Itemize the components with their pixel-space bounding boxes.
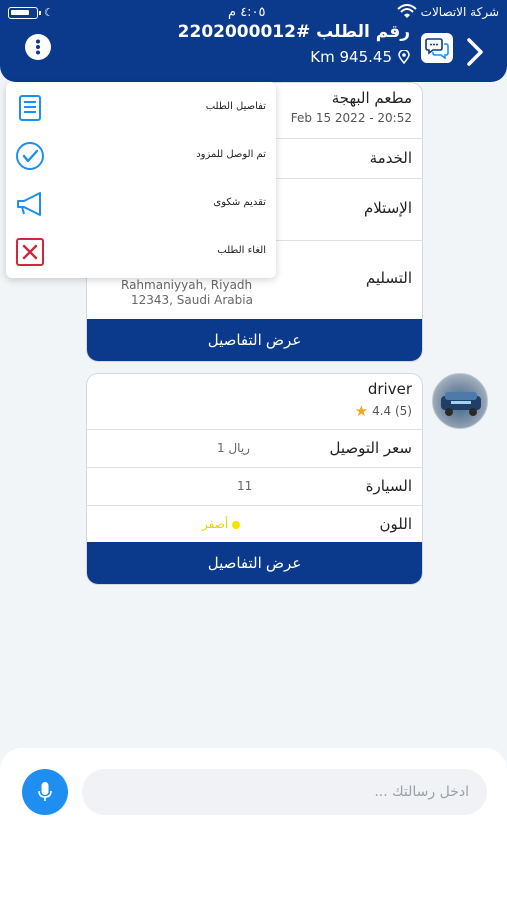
status-time: ٤:٠٥ م xyxy=(228,5,266,20)
menu-item-order-details[interactable]: تفاصيل الطلب xyxy=(6,84,276,132)
driver-name: driver xyxy=(367,380,412,398)
chevron-right-icon[interactable] xyxy=(463,36,487,68)
menu-item-arrived[interactable]: تم الوصل للمزود xyxy=(6,132,276,180)
driver-card: driver ★ 4.4 (5) سعر التوصيل 1 ريال السي… xyxy=(86,373,423,585)
delivery-address-line2: 12343, Saudi Arabia xyxy=(131,293,253,307)
order-number-title: رقم الطلب #2202000012 xyxy=(177,22,410,42)
menu-item-label: تقديم شكوى xyxy=(213,197,266,208)
order-details-button[interactable]: عرض التفاصيل xyxy=(87,319,422,361)
pickup-label: الإستلام xyxy=(363,199,412,217)
moon-icon: ☾ xyxy=(44,6,54,19)
menu-item-label: تم الوصل للمزود xyxy=(196,149,266,160)
document-icon xyxy=(19,95,41,121)
car-value: 11 xyxy=(237,479,253,493)
battery-icon xyxy=(8,7,41,19)
fare-value: 1 ريال xyxy=(217,441,250,455)
megaphone-icon xyxy=(17,192,41,216)
color-label: اللون xyxy=(379,515,412,533)
check-circle-icon xyxy=(16,142,44,170)
avatar-image xyxy=(441,392,481,416)
options-dropdown: تفاصيل الطلب تم الوصل للمزود تقديم شكوى … xyxy=(6,82,276,278)
delivery-address-line1: Rahmaniyyah, Riyadh xyxy=(121,278,253,292)
menu-item-cancel-order[interactable]: الغاء الطلب xyxy=(6,228,276,276)
driver-row: driver ★ 4.4 (5) xyxy=(87,374,422,430)
mic-button[interactable] xyxy=(22,769,68,815)
wifi-icon xyxy=(397,4,417,18)
microphone-icon xyxy=(38,782,52,801)
driver-rating: ★ 4.4 (5) xyxy=(355,402,412,420)
fare-row: سعر التوصيل 1 ريال xyxy=(87,430,422,468)
location-pin-icon xyxy=(398,50,410,64)
fare-label: سعر التوصيل xyxy=(329,439,413,457)
color-row: اللون أصفر xyxy=(87,506,422,544)
car-label: السيارة xyxy=(365,477,412,495)
color-value-wrap: أصفر xyxy=(202,517,241,531)
cancel-icon xyxy=(16,238,44,266)
chat-button[interactable] xyxy=(421,33,453,63)
driver-details-button[interactable]: عرض التفاصيل xyxy=(87,542,422,584)
order-date: Feb 15 2022 - 20:52 xyxy=(290,111,412,125)
more-vertical-icon xyxy=(36,39,40,55)
color-value: أصفر xyxy=(202,517,229,531)
chat-bubbles-icon xyxy=(425,38,449,59)
menu-item-label: تفاصيل الطلب xyxy=(205,101,266,112)
driver-avatar[interactable] xyxy=(432,373,488,429)
distance-row: 945.45 Km xyxy=(310,48,410,66)
rating-value: 4.4 (5) xyxy=(372,404,412,418)
message-composer xyxy=(0,748,507,900)
star-icon: ★ xyxy=(354,402,369,420)
service-label: الخدمة xyxy=(369,149,412,167)
distance-value: 945.45 Km xyxy=(310,48,392,66)
restaurant-name: مطعم البهجة xyxy=(331,89,412,107)
menu-item-label: الغاء الطلب xyxy=(217,245,266,256)
car-row: السيارة 11 xyxy=(87,468,422,506)
delivery-label: التسليم xyxy=(365,269,412,287)
more-menu-button[interactable] xyxy=(25,34,51,60)
message-input[interactable] xyxy=(82,769,487,815)
app-header: شركة الاتصالات ٤:٠٥ م ☾ رقم الطلب #22020… xyxy=(0,0,507,82)
menu-item-complaint[interactable]: تقديم شكوى xyxy=(6,180,276,228)
carrier-name: شركة الاتصالات xyxy=(420,5,499,19)
yellow-dot-icon xyxy=(232,520,241,529)
